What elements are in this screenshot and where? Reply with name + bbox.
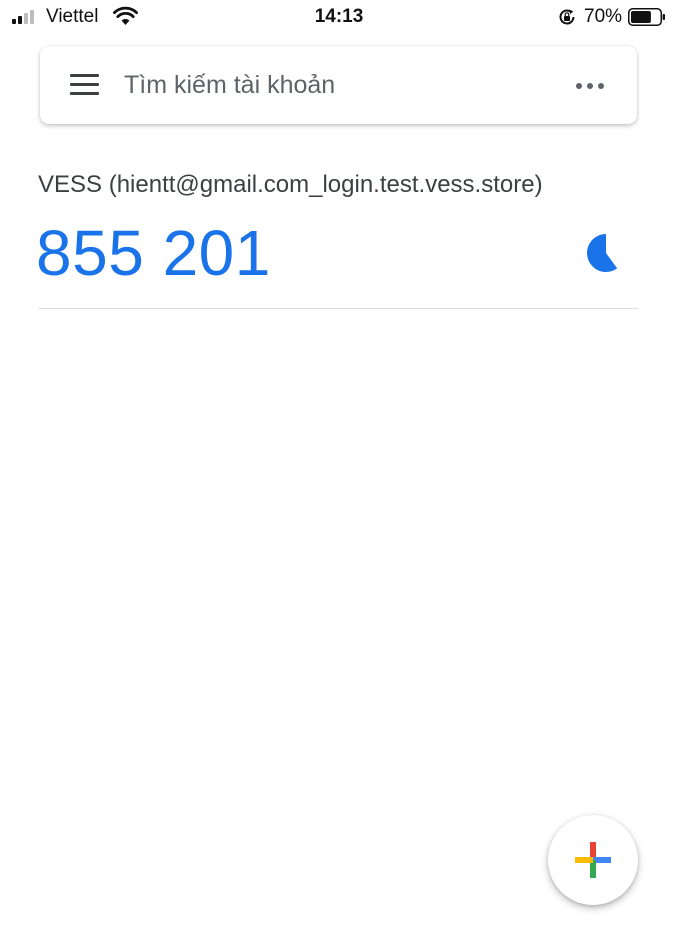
add-icon	[575, 842, 611, 878]
countdown-timer-icon	[587, 234, 618, 272]
more-horizontal-icon[interactable]	[570, 72, 610, 98]
carrier-name: Viettel	[46, 6, 99, 27]
status-bar: Viettel 14:13 70%	[0, 0, 678, 36]
otp-code[interactable]: 855 201	[36, 216, 271, 290]
search-bar[interactable]: Tìm kiếm tài khoản	[40, 46, 637, 124]
search-input[interactable]: Tìm kiếm tài khoản	[124, 70, 544, 100]
signal-icon	[12, 10, 38, 24]
rotation-lock-icon	[559, 9, 575, 25]
account-name: VESS (hientt@gmail.com_login.test.vess.s…	[38, 171, 543, 198]
account-list-item[interactable]: VESS (hientt@gmail.com_login.test.vess.s…	[36, 164, 638, 309]
wifi-icon	[113, 6, 138, 25]
battery-icon	[628, 8, 665, 26]
add-account-button[interactable]	[548, 815, 638, 905]
hamburger-menu-icon[interactable]	[68, 73, 102, 97]
battery-percent: 70%	[584, 6, 623, 27]
authenticator-screen: Viettel 14:13 70% Tìm kiếm tài khoản VES…	[0, 0, 678, 947]
